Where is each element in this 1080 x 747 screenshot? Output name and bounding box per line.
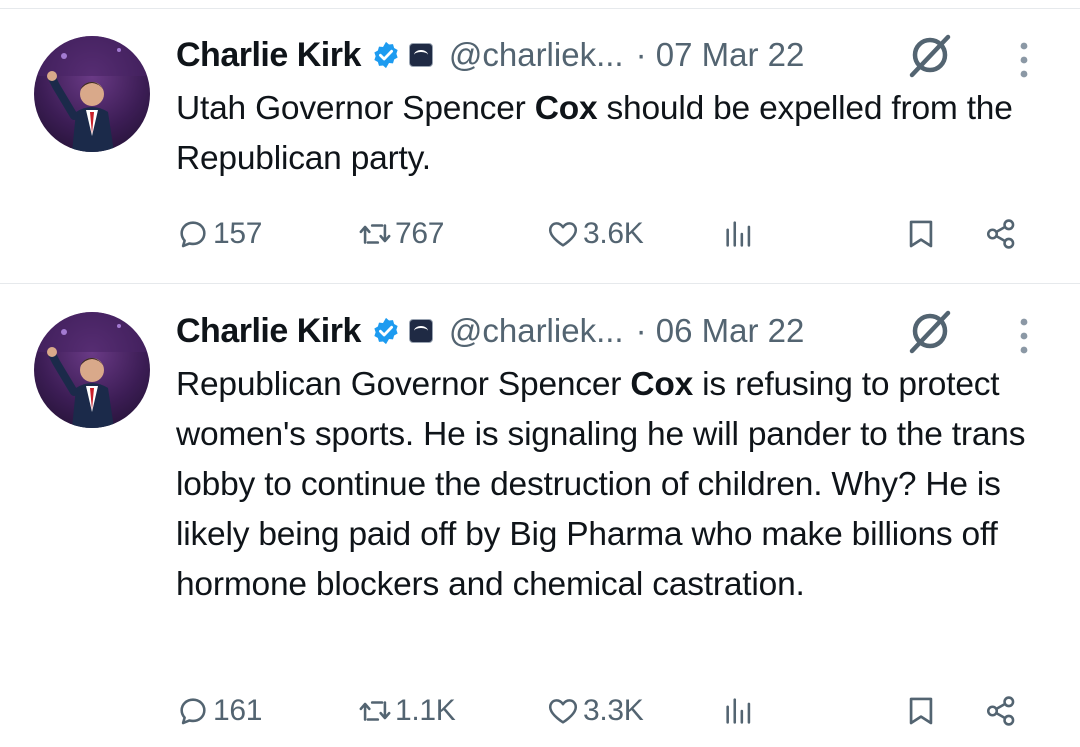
- reply-button[interactable]: 157: [176, 210, 262, 258]
- bookmark-button[interactable]: [904, 687, 938, 735]
- grok-icon[interactable]: [904, 29, 956, 81]
- tweet-header: Charlie Kirk @charliek... · 06 Mar 22: [176, 309, 804, 353]
- verified-badge-icon[interactable]: [371, 40, 401, 70]
- action-bar: 161 1.1K 3.3K: [176, 687, 1036, 735]
- like-icon: [548, 222, 578, 247]
- share-button[interactable]: [984, 687, 1018, 735]
- author-name[interactable]: Charlie Kirk: [176, 312, 361, 351]
- tweet-text: Utah Governor Spencer Cox should be expe…: [176, 84, 1056, 184]
- share-icon: [986, 219, 1015, 249]
- more-dots-icon[interactable]: [1012, 316, 1036, 356]
- repost-count: 767: [395, 217, 445, 250]
- share-icon: [986, 696, 1015, 726]
- tweet-date[interactable]: · 07 Mar 22: [636, 36, 805, 74]
- share-button[interactable]: [984, 210, 1018, 258]
- tweet-date[interactable]: · 06 Mar 22: [636, 312, 805, 350]
- repost-count: 1.1K: [395, 694, 456, 727]
- like-count: 3.6K: [583, 217, 644, 250]
- reply-count: 161: [213, 694, 263, 727]
- verified-badge-icon[interactable]: [371, 316, 401, 346]
- views-icon: [726, 221, 751, 247]
- bookmark-button[interactable]: [904, 210, 938, 258]
- tweet-header: Charlie Kirk @charliek... · 07 Mar 22: [176, 33, 804, 77]
- avatar[interactable]: [34, 312, 150, 428]
- repost-button[interactable]: 1.1K: [358, 687, 456, 735]
- tweet[interactable]: Charlie Kirk @charliek... · 06 Mar 22 Re…: [0, 284, 1080, 747]
- tweet[interactable]: Charlie Kirk @charliek... · 07 Mar 22 Ut…: [0, 0, 1080, 283]
- like-icon: [548, 699, 578, 724]
- text-segment: Republican Governor Spencer: [176, 366, 631, 403]
- affiliation-badge-icon[interactable]: [408, 43, 433, 67]
- more-dots-icon[interactable]: [1012, 40, 1036, 80]
- bold-text-segment: Cox: [630, 366, 694, 403]
- bookmark-icon: [909, 697, 933, 725]
- repost-icon: [359, 701, 391, 721]
- views-icon: [726, 698, 751, 724]
- tweet-text: Republican Governor Spencer Cox is refus…: [176, 360, 1056, 610]
- repost-button[interactable]: 767: [358, 210, 444, 258]
- like-count: 3.3K: [583, 694, 644, 727]
- avatar[interactable]: [34, 36, 150, 152]
- like-button[interactable]: 3.3K: [546, 687, 644, 735]
- affiliation-badge-icon[interactable]: [408, 319, 433, 343]
- views-button[interactable]: [722, 687, 756, 735]
- like-button[interactable]: 3.6K: [546, 210, 644, 258]
- reply-count: 157: [213, 217, 263, 250]
- author-handle[interactable]: @charliek...: [449, 36, 624, 74]
- action-bar: 157 767 3.6K: [176, 210, 1036, 258]
- text-segment: Utah Governor Spencer: [176, 90, 535, 127]
- bold-text-segment: Cox: [534, 90, 598, 127]
- views-button[interactable]: [722, 210, 756, 258]
- reply-icon: [180, 698, 206, 725]
- repost-icon: [359, 224, 391, 244]
- author-handle[interactable]: @charliek...: [449, 312, 624, 350]
- reply-button[interactable]: 161: [176, 687, 262, 735]
- bookmark-icon: [909, 220, 933, 248]
- reply-icon: [180, 221, 206, 248]
- grok-icon[interactable]: [904, 305, 956, 357]
- author-name[interactable]: Charlie Kirk: [176, 36, 361, 75]
